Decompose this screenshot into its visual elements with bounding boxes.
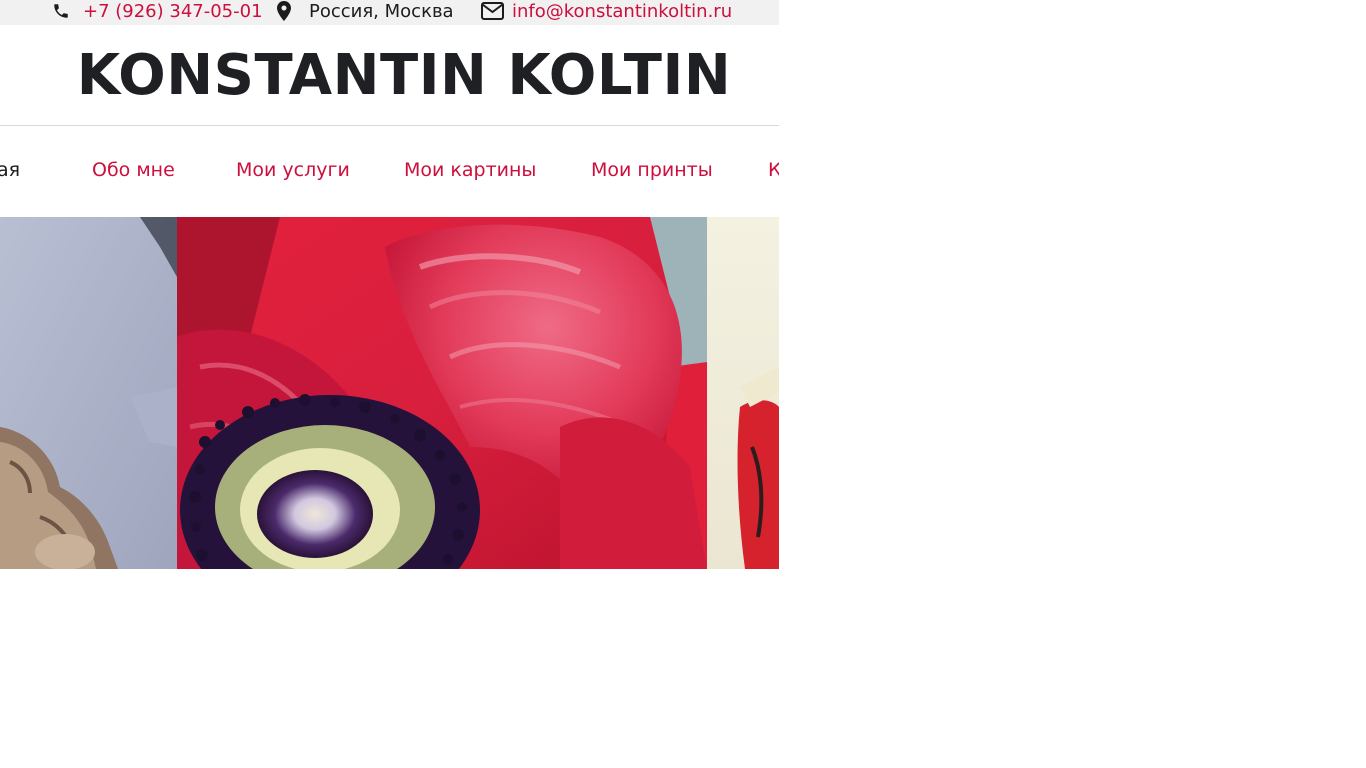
nav-item-prints[interactable]: Мои принты [591, 158, 713, 182]
phone-icon [54, 4, 68, 18]
location-contact: Россия, Москва [277, 0, 454, 22]
site-logo[interactable]: KONSTANTIN KOLTIN [0, 45, 779, 107]
top-contact-bar: +7 (926) 347-05-01 Россия, Москва info@k… [0, 0, 779, 25]
nav-item-paintings[interactable]: Мои картины [404, 158, 536, 182]
email-link[interactable]: info@konstantinkoltin.ru [512, 1, 732, 22]
poppy-tshirt-slide [707, 217, 779, 569]
image-slider[interactable] [0, 217, 779, 569]
envelope-icon [481, 2, 504, 20]
main-navigation: Главная Обо мне Мои услуги Мои картины М… [0, 126, 779, 217]
nav-item-home[interactable]: Главная [0, 158, 20, 182]
email-contact[interactable]: info@konstantinkoltin.ru [481, 0, 732, 22]
phone-number[interactable]: +7 (926) 347-05-01 [83, 1, 263, 22]
nav-item-contacts[interactable]: Контакты [768, 158, 779, 182]
map-pin-icon [277, 1, 291, 21]
page-viewport: +7 (926) 347-05-01 Россия, Москва info@k… [0, 0, 779, 569]
nav-item-services[interactable]: Мои услуги [236, 158, 350, 182]
slider-artwork [0, 217, 779, 569]
nav-item-about[interactable]: Обо мне [92, 158, 175, 182]
red-poppy-painting-slide [177, 217, 707, 569]
painted-hand-slide [0, 217, 177, 569]
location-text: Россия, Москва [309, 0, 454, 22]
phone-contact[interactable]: +7 (926) 347-05-01 [52, 0, 263, 22]
site-header: KONSTANTIN KOLTIN [0, 25, 779, 126]
